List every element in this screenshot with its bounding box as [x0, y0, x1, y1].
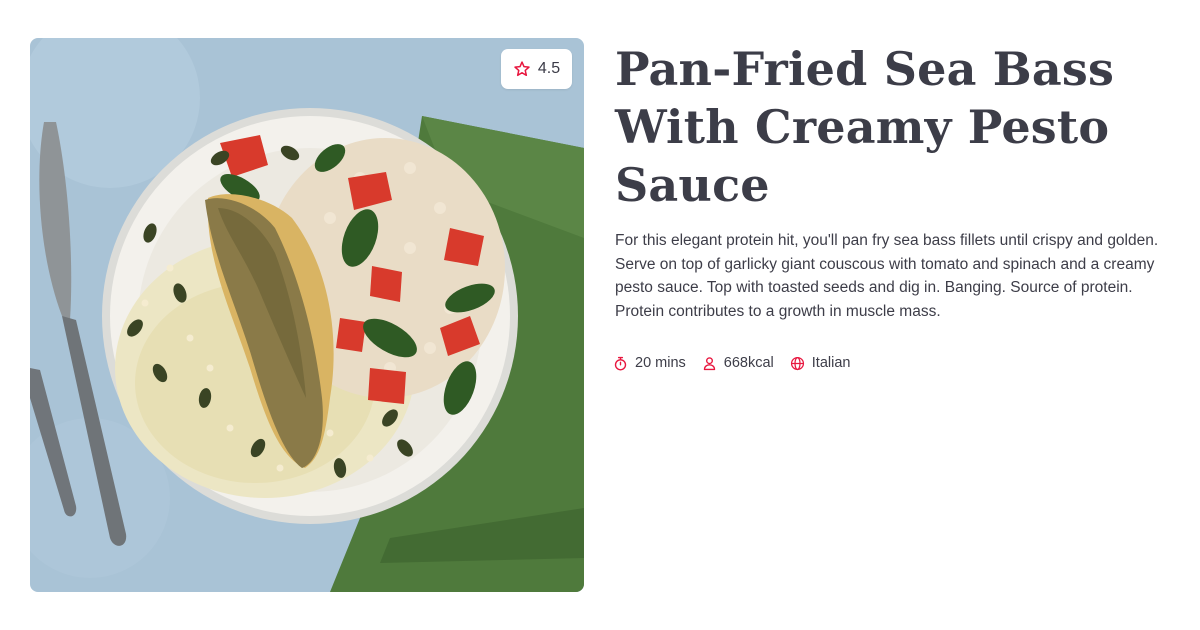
- meta-calories: 668kcal: [702, 355, 774, 371]
- meta-time: 20 mins: [613, 355, 686, 371]
- meta-time-label: 20 mins: [635, 355, 686, 371]
- stopwatch-icon: [614, 356, 627, 370]
- recipe-image: [30, 38, 584, 592]
- meta-cuisine-label: Italian: [811, 355, 851, 371]
- globe-icon: [790, 356, 804, 370]
- meta-calories-label: 668kcal: [723, 355, 774, 371]
- recipe-meta: 20 mins 668kcal Italian: [613, 355, 866, 371]
- person-icon: [703, 356, 715, 370]
- recipe-description: For this elegant protein hit, you'll pan…: [615, 232, 1159, 320]
- rating-value: 4.5: [537, 60, 561, 77]
- rating-badge: 4.5: [501, 49, 572, 89]
- star-outline-icon: [514, 61, 530, 77]
- recipe-title: Pan-Fried Sea Bass With Creamy Pesto Sau…: [615, 42, 1115, 212]
- meta-cuisine: Italian: [790, 355, 851, 371]
